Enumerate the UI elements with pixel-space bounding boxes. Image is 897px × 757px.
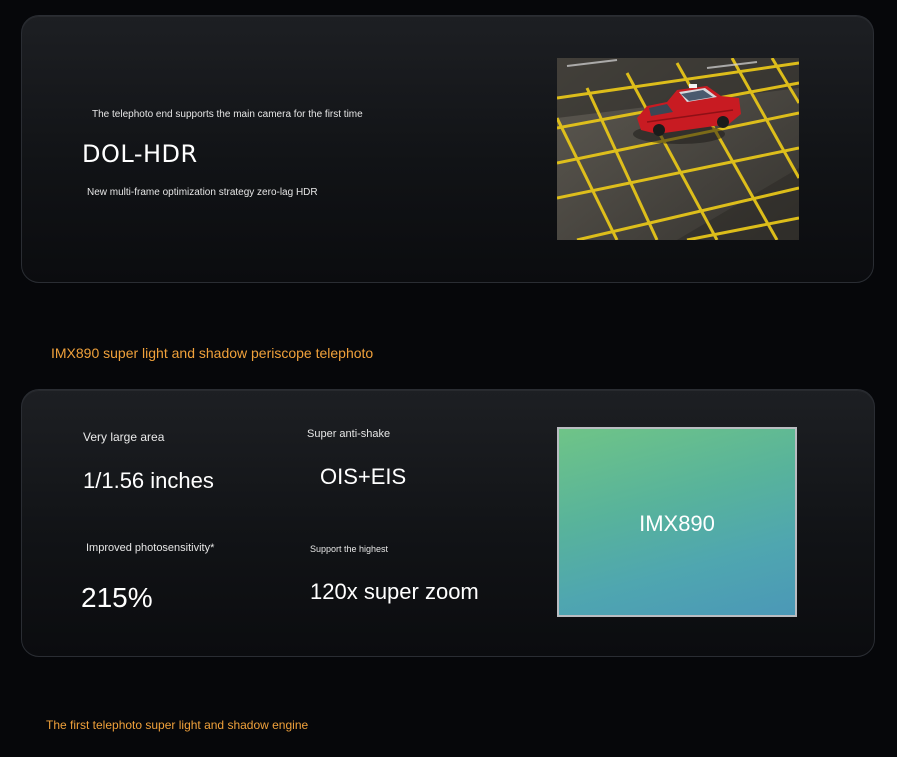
spec-value-area: 1/1.56 inches	[83, 468, 214, 493]
spec-label-zoom: Support the highest	[310, 544, 389, 554]
spec-value-zoom: 120x super zoom	[310, 579, 479, 604]
chip-label: IMX890	[639, 511, 715, 536]
hdr-kicker: The telephoto end supports the main came…	[92, 109, 363, 120]
spec-label-area: Very large area	[83, 430, 165, 444]
spec-label-anti-shake: Super anti-shake	[307, 428, 391, 440]
taxi-photo	[557, 58, 799, 240]
sensor-section-heading: IMX890 super light and shadow periscope …	[51, 345, 374, 361]
hdr-subtitle: New multi-frame optimization strategy ze…	[87, 187, 318, 198]
hdr-title: DOL-HDR	[82, 140, 198, 168]
imx890-card: Very large area 1/1.56 inches Super anti…	[21, 389, 875, 657]
dol-hdr-card: The telephoto end supports the main came…	[21, 15, 874, 283]
spec-value-photosensitivity: 215%	[81, 582, 153, 613]
spec-label-photosensitivity: Improved photosensitivity*	[86, 542, 215, 554]
imx890-chip-graphic: IMX890	[557, 427, 797, 617]
spec-value-anti-shake: OIS+EIS	[320, 464, 407, 489]
engine-section-heading: The first telephoto super light and shad…	[46, 718, 309, 732]
